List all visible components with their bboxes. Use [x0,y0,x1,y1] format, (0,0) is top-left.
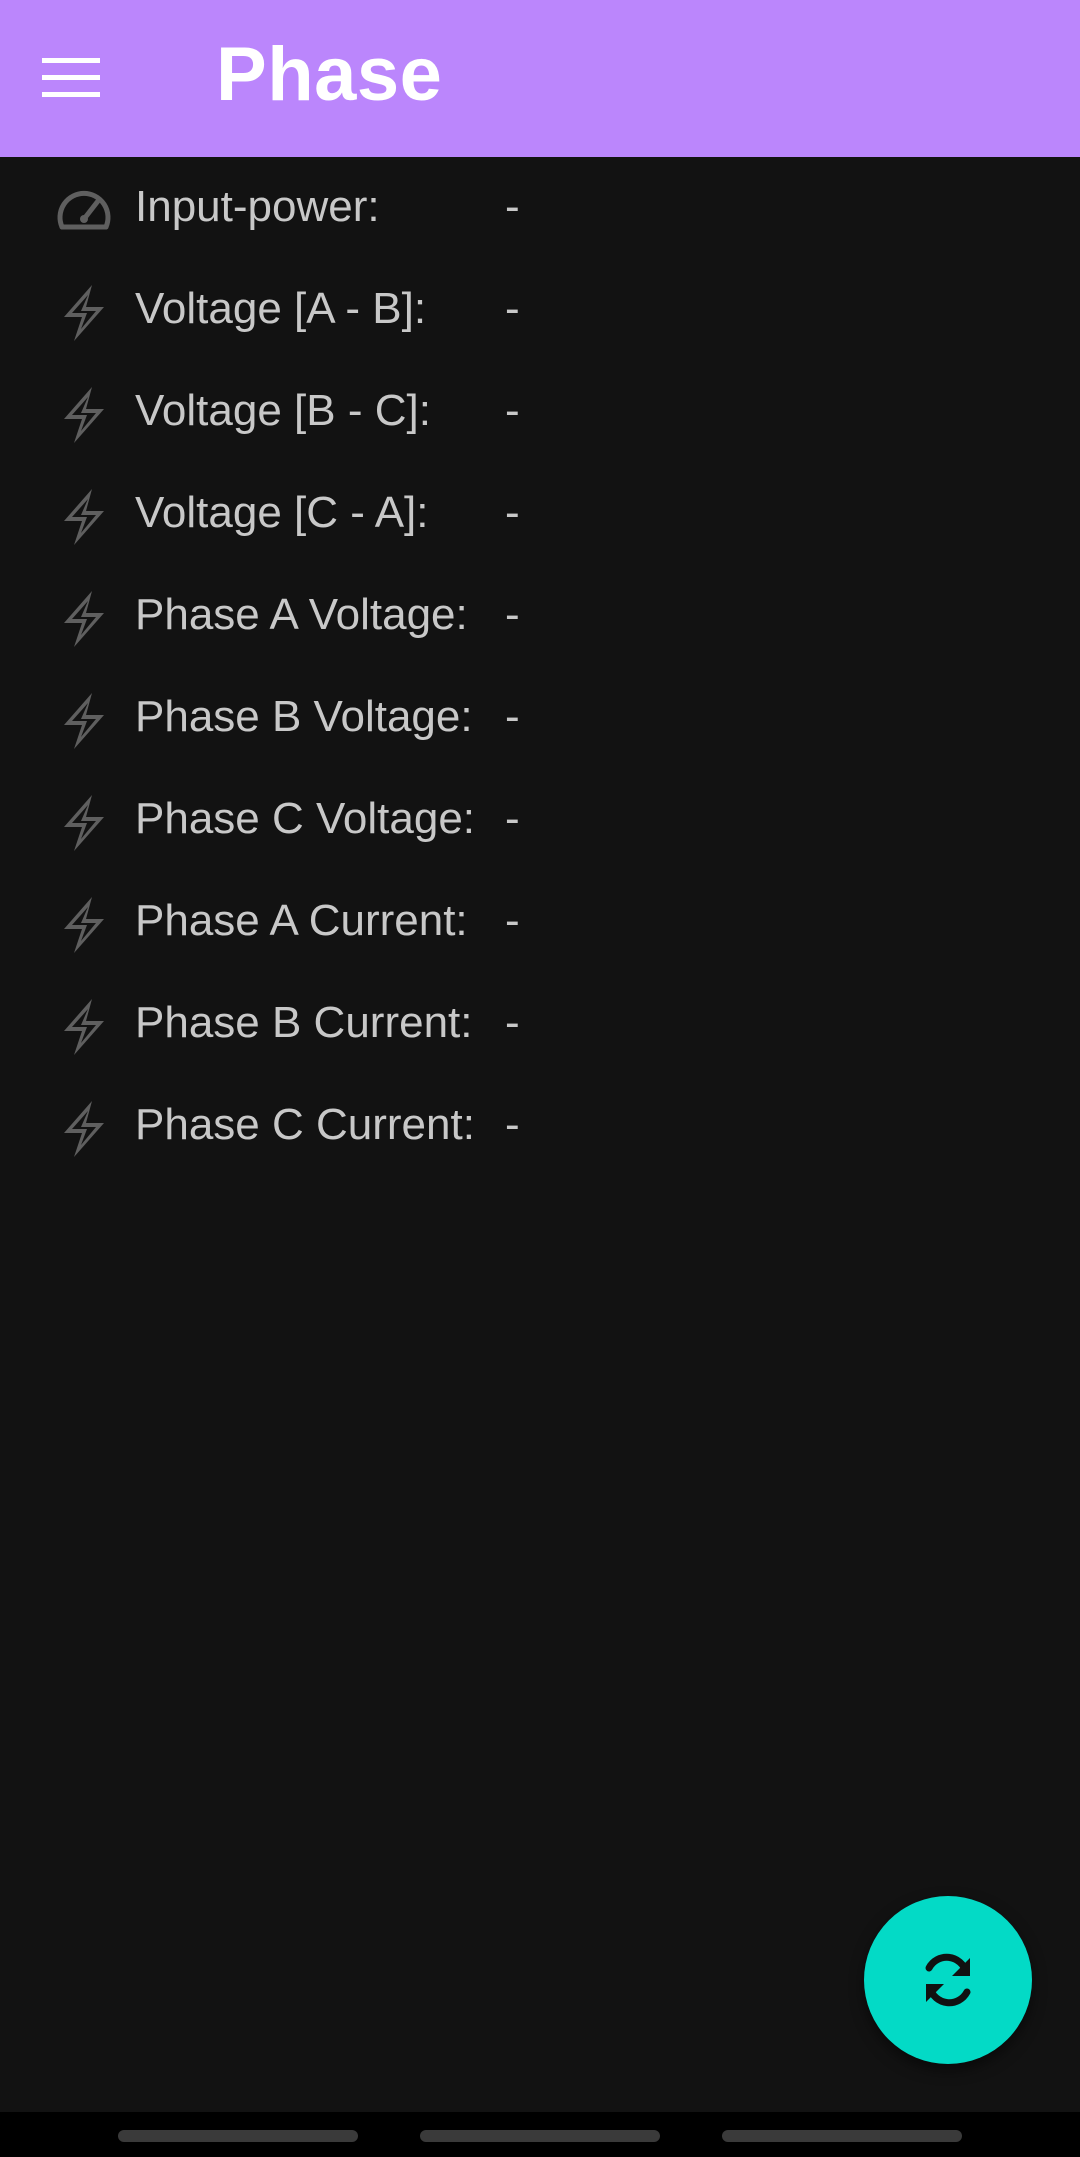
nav-handle-left[interactable] [118,2130,358,2142]
menu-button[interactable] [42,44,126,112]
reading-value: - [505,488,520,537]
reading-value: - [505,386,520,435]
list-item-phase-a-current: Phase A Current: - [0,871,1080,973]
hamburger-menu-icon [42,58,100,97]
list-item-voltage-ab: Voltage [A - B]: - [0,259,1080,361]
lightning-bolt-icon [64,1101,104,1157]
reading-label: Voltage [B - C]: [135,386,431,435]
refresh-button[interactable] [864,1896,1032,2064]
reading-label: Phase C Voltage: [135,794,476,843]
lightning-bolt-icon [64,591,104,647]
list-item-phase-a-voltage: Phase A Voltage: - [0,565,1080,667]
speedometer-icon [57,190,111,230]
lightning-bolt-icon [64,795,104,851]
reading-label: Voltage [A - B]: [135,284,427,333]
reading-label: Phase B Voltage: [135,692,473,741]
page-title: Phase [216,32,443,117]
nav-handle-center[interactable] [420,2130,660,2142]
list-item-voltage-ca: Voltage [C - A]: - [0,463,1080,565]
lightning-bolt-icon [64,285,104,341]
reading-label: Phase C Current: [135,1100,475,1149]
list-item-phase-b-voltage: Phase B Voltage: - [0,667,1080,769]
lightning-bolt-icon [64,489,104,545]
list-item-phase-c-voltage: Phase C Voltage: - [0,769,1080,871]
reading-value: - [505,692,520,741]
system-navigation-bar [0,2112,1080,2157]
app-bar: Phase [0,0,1080,157]
list-item-voltage-bc: Voltage [B - C]: - [0,361,1080,463]
reading-value: - [505,590,520,639]
lightning-bolt-icon [64,897,104,953]
reading-label: Phase B Current: [135,998,473,1047]
reading-value: - [505,998,520,1047]
reading-label: Input-power: [135,182,380,231]
reading-label: Voltage [C - A]: [135,488,429,537]
list-item-phase-b-current: Phase B Current: - [0,973,1080,1075]
lightning-bolt-icon [64,999,104,1055]
reading-label: Phase A Current: [135,896,468,945]
reading-value: - [505,182,520,231]
reading-value: - [505,284,520,333]
list-item-input-power: Input-power: - [0,157,1080,259]
refresh-icon [925,1953,971,2007]
reading-label: Phase A Voltage: [135,590,468,639]
nav-handle-right[interactable] [722,2130,962,2142]
reading-value: - [505,794,520,843]
lightning-bolt-icon [64,693,104,749]
list-item-phase-c-current: Phase C Current: - [0,1075,1080,1177]
lightning-bolt-icon [64,387,104,443]
reading-value: - [505,1100,520,1149]
reading-value: - [505,896,520,945]
